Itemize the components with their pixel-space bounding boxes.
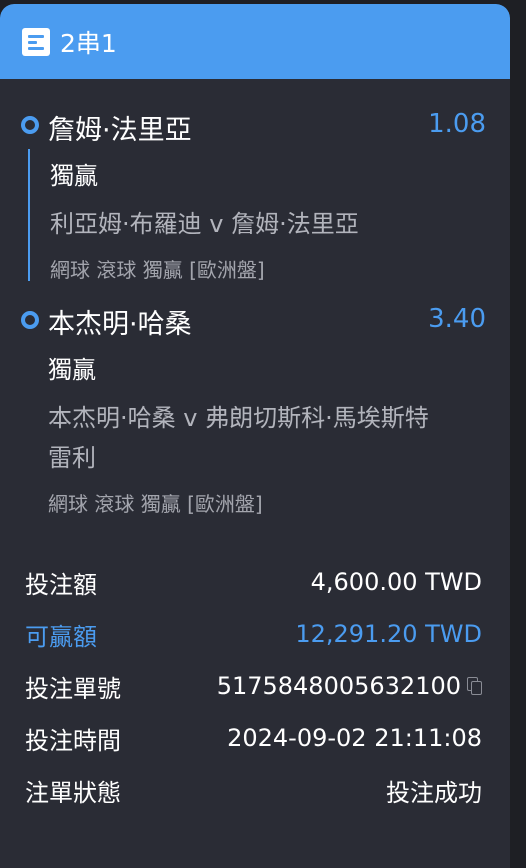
ticket-number-row: 投注單號 5175848005632100 (25, 666, 482, 706)
bet-type-title: 2串1 (60, 28, 117, 58)
leg-market: 獨贏 (48, 356, 96, 384)
bet-slip-header: 2串1 (0, 4, 510, 79)
stake-label: 投注額 (25, 570, 97, 599)
bet-status-value: 投注成功 (386, 778, 482, 807)
ticket-number-label: 投注單號 (25, 674, 121, 703)
bet-time-row: 投注時間 2024-09-02 21:11:08 (25, 718, 482, 758)
leg-marker-icon (21, 116, 39, 134)
stake-value: 4,600.00 TWD (310, 568, 482, 596)
bet-slip-card: 2串1 詹姆·法里亞 1.08 獨贏 利亞姆·布羅迪 v 詹姆·法里亞 網球 滾… (0, 4, 510, 868)
potential-win-row: 可贏額 12,291.20 TWD (25, 614, 482, 654)
ticket-icon (22, 27, 50, 56)
bet-status-label: 注單狀態 (25, 778, 121, 807)
copy-icon[interactable] (467, 676, 482, 696)
leg-meta: 網球 滾球 獨贏 [歐洲盤] (48, 492, 263, 516)
leg-meta: 網球 滾球 獨贏 [歐洲盤] (50, 258, 265, 282)
leg-odds: 1.08 (428, 109, 486, 139)
stake-row: 投注額 4,600.00 TWD (25, 562, 482, 602)
bet-time-label: 投注時間 (25, 726, 121, 755)
leg-match-continued: 雷利 (48, 444, 96, 472)
leg-match: 本杰明·哈桑 v 弗朗切斯科·馬埃斯特 (48, 404, 429, 432)
leg-connector-line (28, 149, 30, 281)
leg-odds: 3.40 (428, 304, 486, 334)
ticket-number-value[interactable]: 5175848005632100 (217, 672, 461, 700)
bet-status-row: 注單狀態 投注成功 (25, 770, 482, 810)
leg-market: 獨贏 (50, 162, 98, 190)
leg-selection: 本杰明·哈桑 (48, 309, 192, 340)
leg-match: 利亞姆·布羅迪 v 詹姆·法里亞 (50, 210, 359, 238)
potential-win-label: 可贏額 (25, 622, 97, 651)
potential-win-value: 12,291.20 TWD (295, 620, 482, 648)
bet-time-value: 2024-09-02 21:11:08 (227, 724, 482, 752)
leg-selection: 詹姆·法里亞 (48, 115, 192, 146)
leg-marker-icon (21, 311, 39, 329)
